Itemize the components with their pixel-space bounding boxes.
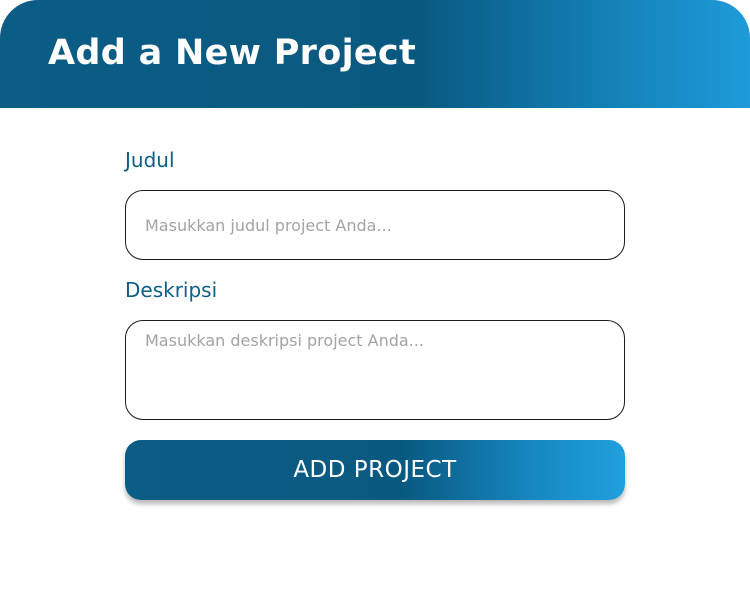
add-project-card: Add a New Project Judul Deskripsi ADD PR… — [0, 0, 750, 600]
title-field-label: Judul — [125, 148, 175, 172]
add-project-button[interactable]: ADD PROJECT — [125, 440, 625, 500]
page-title: Add a New Project — [48, 33, 417, 73]
title-input[interactable] — [125, 190, 625, 260]
description-field-label: Deskripsi — [125, 278, 218, 302]
description-textarea[interactable] — [125, 320, 625, 420]
header-banner: Add a New Project — [0, 0, 750, 108]
